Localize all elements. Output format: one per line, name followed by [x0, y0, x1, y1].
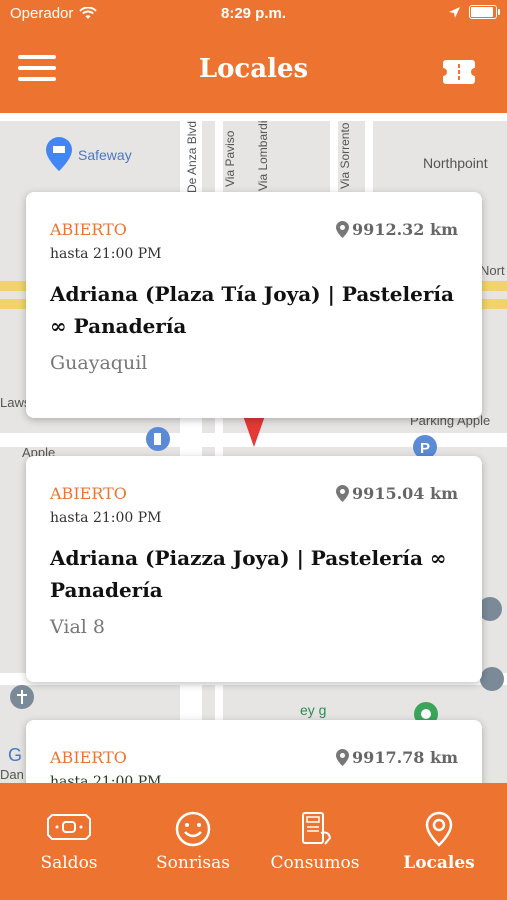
school-icon-2 — [480, 667, 504, 691]
tab-sonrisas[interactable]: Sonrisas — [130, 783, 256, 900]
map-label-de-anza: De Anza Blvd — [185, 120, 199, 193]
store-name: Adriana (Plaza Tía Joya) | Pastelería ∞ … — [50, 282, 454, 338]
store-card[interactable]: ABIERTO 9912.32 km hasta 21:00 PM Adrian… — [26, 192, 482, 418]
tab-locales[interactable]: Locales — [376, 783, 502, 900]
store-hours: hasta 21:00 PM — [50, 510, 162, 526]
tab-label: Sonrisas — [156, 853, 230, 873]
map-label-north: Nort — [480, 263, 505, 278]
store-status: ABIERTO — [50, 220, 127, 239]
store-distance: 9912.32 km — [336, 220, 458, 239]
map-label-g: G — [8, 745, 23, 765]
store-hours: hasta 21:00 PM — [50, 246, 162, 262]
receipt-icon — [252, 811, 378, 847]
map-marker-icon — [242, 413, 266, 447]
tab-label: Locales — [403, 853, 475, 873]
clock: 8:29 p.m. — [220, 5, 287, 22]
store-distance: 9917.78 km — [336, 748, 458, 767]
tab-bar: Saldos Sonrisas Consumos Locales — [0, 783, 507, 900]
location-arrow-icon — [449, 6, 460, 18]
tab-label: Saldos — [40, 853, 98, 873]
cash-icon — [6, 811, 132, 847]
store-status: ABIERTO — [50, 484, 127, 503]
store-card[interactable]: ABIERTO 9915.04 km hasta 21:00 PM Adrian… — [26, 456, 482, 682]
header-bar: Locales — [0, 30, 507, 113]
store-city: Vial 8 — [50, 616, 105, 638]
map-label-northpoint: Northpoint — [423, 155, 488, 171]
location-pin-icon — [376, 811, 502, 847]
safeway-pin-icon — [46, 137, 72, 171]
status-icons — [448, 5, 500, 19]
battery-icon — [469, 5, 500, 19]
store-status: ABIERTO — [50, 748, 127, 767]
map-label-lawson-middle: ey g — [300, 702, 327, 718]
status-bar: Operador 8:29 p.m. — [0, 0, 507, 30]
store-distance: 9915.04 km — [336, 484, 458, 503]
smile-icon — [130, 811, 256, 847]
page-title: Locales — [198, 54, 309, 84]
gas-station-icon — [146, 427, 170, 451]
map-label-via-paviso: Via Paviso — [223, 130, 237, 187]
map-label-safeway: Safeway — [78, 147, 132, 163]
church-icon — [10, 685, 34, 709]
svg-text:P: P — [420, 440, 430, 457]
store-city: Guayaquil — [50, 352, 148, 374]
map-label-via-sorrento: Via Sorrento — [338, 122, 352, 190]
tab-consumos[interactable]: Consumos — [252, 783, 378, 900]
location-pin-icon — [336, 485, 350, 502]
distance-value: 9915.04 km — [352, 484, 458, 503]
ticket-icon[interactable] — [443, 60, 475, 88]
location-pin-icon — [336, 221, 350, 238]
distance-value: 9917.78 km — [352, 748, 458, 767]
tab-saldos[interactable]: Saldos — [6, 783, 132, 900]
location-pin-icon — [336, 749, 350, 766]
tab-label: Consumos — [270, 853, 360, 873]
map-label-dan: Dan — [0, 767, 24, 782]
distance-value: 9912.32 km — [352, 220, 458, 239]
store-name: Adriana (Piazza Joya) | Pastelería ∞ Pan… — [50, 546, 447, 602]
map-label-via-lombardi: Via Lombardi — [256, 120, 270, 192]
